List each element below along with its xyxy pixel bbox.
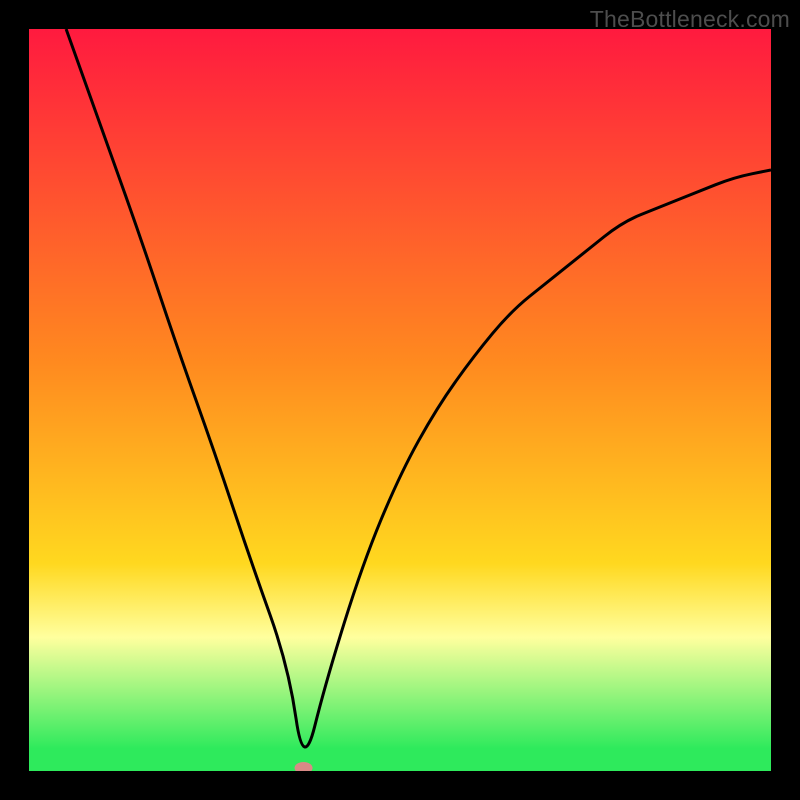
gradient-background <box>29 29 771 771</box>
chart-frame: TheBottleneck.com <box>0 0 800 800</box>
plot-area <box>29 29 771 771</box>
plot-svg <box>29 29 771 771</box>
watermark-text: TheBottleneck.com <box>590 6 790 33</box>
